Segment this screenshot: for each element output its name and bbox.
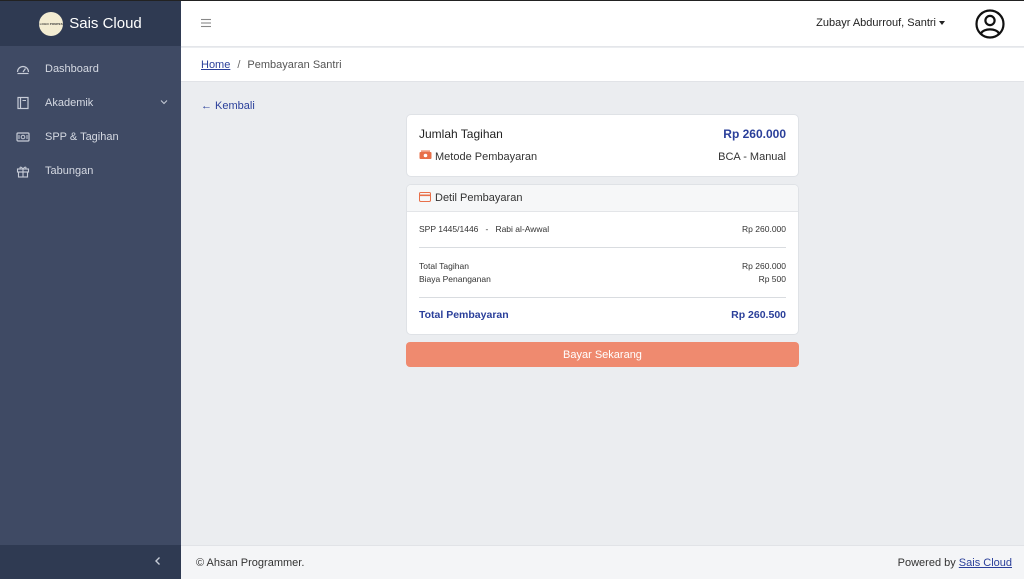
divider xyxy=(419,247,786,248)
breadcrumb-home-link[interactable]: Home xyxy=(201,59,230,71)
hamburger-icon[interactable] xyxy=(199,16,213,30)
bill-amount: Rp 260.000 xyxy=(723,127,786,141)
footer-powered-prefix: Powered by xyxy=(897,556,956,569)
user-menu[interactable]: Zubayr Abdurrouf, Santri xyxy=(816,17,945,29)
payment-method-row: Metode Pembayaran BCA - Manual xyxy=(419,150,786,164)
payment-method-text: Metode Pembayaran xyxy=(435,151,538,163)
bill-icon xyxy=(16,130,30,144)
topbar: Zubayr Abdurrouf, Santri xyxy=(181,0,1024,47)
sidebar-item-dashboard[interactable]: Dashboard xyxy=(0,52,181,86)
user-avatar-icon[interactable] xyxy=(975,9,1005,39)
handling-fee-label: Biaya Penanganan xyxy=(419,274,491,284)
sidebar-nav: Dashboard Akademik SPP & Tagihan Tabunga… xyxy=(0,46,181,188)
bill-amount-row: Jumlah Tagihan Rp 260.000 xyxy=(419,127,786,141)
total-bill-label: Total Tagihan xyxy=(419,261,469,271)
payment-item-amount: Rp 260.000 xyxy=(742,224,786,234)
sidebar-item-spp-tagihan[interactable]: SPP & Tagihan xyxy=(0,120,181,154)
payment-item-dash: - xyxy=(485,224,489,234)
total-bill-value: Rp 260.000 xyxy=(742,261,786,271)
bill-title: Jumlah Tagihan xyxy=(419,127,503,141)
user-name: Zubayr Abdurrouf, Santri xyxy=(816,17,936,29)
brand[interactable]: LOGO PONPES Sais Cloud xyxy=(0,0,181,46)
dashboard-icon xyxy=(16,62,30,76)
payment-method-value: BCA - Manual xyxy=(718,151,786,163)
credit-card-icon xyxy=(419,191,431,205)
gift-icon xyxy=(16,164,30,178)
payment-method-label: Metode Pembayaran xyxy=(419,150,537,164)
payment-item-name: SPP 1445/1446 - Rabi al-Awwal xyxy=(419,224,549,234)
payment-detail-title: Detil Pembayaran xyxy=(435,192,523,204)
book-icon xyxy=(16,96,30,110)
sidebar: LOGO PONPES Sais Cloud Dashboard Akademi… xyxy=(0,0,181,579)
sidebar-item-akademik[interactable]: Akademik xyxy=(0,86,181,120)
payment-item-month: Rabi al-Awwal xyxy=(495,224,550,234)
handling-fee-value: Rp 500 xyxy=(758,274,786,284)
payment-item-code: SPP 1445/1446 xyxy=(419,224,479,234)
grand-total-value: Rp 260.500 xyxy=(731,309,786,321)
sidebar-item-tabungan[interactable]: Tabungan xyxy=(0,154,181,188)
chevron-down-icon xyxy=(159,97,169,110)
sidebar-item-label: Tabungan xyxy=(45,165,94,177)
breadcrumb-separator: / xyxy=(237,58,241,71)
money-icon xyxy=(419,150,432,164)
breadcrumb: Home / Pembayaran Santri xyxy=(181,48,1024,82)
sidebar-item-label: Akademik xyxy=(45,97,94,109)
bill-summary-card: Jumlah Tagihan Rp 260.000 Metode Pembaya… xyxy=(406,114,799,177)
sidebar-collapse-bar xyxy=(0,545,181,579)
payment-detail-header: Detil Pembayaran xyxy=(407,185,798,212)
footer: © Ahsan Programmer. Powered by Sais Clou… xyxy=(181,545,1024,579)
breadcrumb-current: Pembayaran Santri xyxy=(247,58,342,71)
chevron-left-icon[interactable] xyxy=(153,556,163,569)
back-link[interactable]: ← Kembali xyxy=(201,100,255,112)
brand-logo-text: LOGO PONPES xyxy=(39,21,63,26)
footer-powered: Powered by Sais Cloud xyxy=(898,557,1012,569)
payment-item-row: SPP 1445/1446 - Rabi al-Awwal Rp 260.000 xyxy=(419,224,786,234)
brand-name: Sais Cloud xyxy=(69,15,142,32)
grand-total-label: Total Pembayaran xyxy=(419,309,509,321)
total-bill-row: Total Tagihan Rp 260.000 xyxy=(419,261,786,271)
pay-now-button[interactable]: Bayar Sekarang xyxy=(406,342,799,367)
footer-copyright: © Ahsan Programmer. xyxy=(196,556,305,569)
payment-detail-card: Detil Pembayaran SPP 1445/1446 - Rabi al… xyxy=(406,184,799,335)
grand-total-row: Total Pembayaran Rp 260.500 xyxy=(419,309,786,321)
sidebar-item-label: SPP & Tagihan xyxy=(45,131,119,143)
handling-fee-row: Biaya Penanganan Rp 500 xyxy=(419,274,786,284)
sidebar-item-label: Dashboard xyxy=(45,63,99,75)
caret-down-icon xyxy=(939,21,945,26)
divider xyxy=(419,297,786,298)
brand-logo: LOGO PONPES xyxy=(39,11,64,36)
footer-powered-link[interactable]: Sais Cloud xyxy=(959,557,1012,569)
